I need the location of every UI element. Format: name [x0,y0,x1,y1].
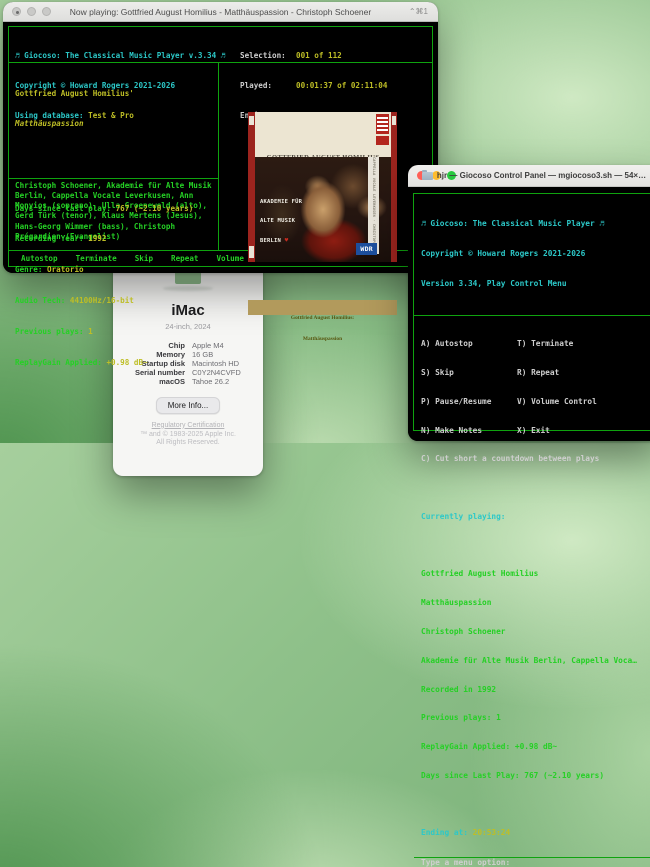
now-playing-block: Gottfried August Homilius' Matthäuspassi… [9,63,218,179]
currently-playing-label: Currently playing: [421,512,647,522]
stat-previous-plays: Previous plays: 1 [15,327,212,337]
stat-audio-tech: Audio Tech: 44100Hz/16-bit [15,296,212,306]
player-terminal-window: Now playing: Gottfried August Homilius -… [3,2,438,273]
work-title-line: Matthäuspassion [15,119,212,129]
album-caption: Gottfried August Homilius: Matthäuspassi… [248,300,397,315]
menu-option-row: N) Make NotesX) Exit [421,426,647,436]
menu-item-volume[interactable]: Volume [216,254,243,263]
menu-option-row: S) SkipR) Repeat [421,368,647,378]
player-frame: ♬ Giocoso: The Classical Music Player v.… [8,26,433,267]
album-title-band: GOTTFRIED AUGUST HOMILIUS MATTHÄUSPASSIO… [255,112,391,157]
menu-item-terminate[interactable]: Terminate [76,254,117,263]
akademie-label: AKADEMIE FÜR ALTE MUSIK BERLIN ♥ [260,186,323,258]
window-shortcut-badge: ⌃⌘1 [409,7,428,16]
player-app-info: ♬ Giocoso: The Classical Music Player v.… [9,31,240,62]
desktop: { "player": { "titlebar": { "title": "No… [0,0,650,443]
np-days-since: Days since Last Play: 767 (~2.10 years) [421,771,647,781]
player-titlebar[interactable]: Now playing: Gottfried August Homilius -… [3,2,438,22]
np-work: Matthäuspassion [421,598,647,608]
edel-classics-logo [376,136,389,145]
stat-replaygain: ReplayGain Applied: +0.98 dB~ [15,358,212,368]
menu-prompt[interactable]: Type a menu option: [414,857,650,867]
now-playing-column: Gottfried August Homilius' Matthäuspassi… [9,63,219,250]
control-terminal-content: ♬ Giocoso: The Classical Music Player ♬ … [408,187,650,441]
album-cover-image: GOTTFRIED AUGUST HOMILIUS MATTHÄUSPASSIO… [248,112,397,262]
control-header: ♬ Giocoso: The Classical Music Player ♬ … [414,194,650,316]
control-frame: ♬ Giocoso: The Classical Music Player ♬ … [413,193,650,431]
selection-line: Selection:001 of 112 [240,51,432,61]
menu-item-autostop[interactable]: Autostop [21,254,58,263]
np-composer: Gottfried August Homilius [421,569,647,579]
heart-icon: ♥ [285,238,289,245]
menu-option-row: A) AutostopT) Terminate [421,339,647,349]
np-conductor: Christoph Schoener [421,627,647,637]
regulatory-certification-link[interactable]: Regulatory Certification [113,422,263,429]
folder-icon [422,172,433,180]
apple-copyright: ™ and © 1983-2025 Apple Inc. All Rights … [113,431,263,448]
control-titlebar[interactable]: hjr — Giocoso Control Panel — mgiocoso3.… [408,165,650,187]
control-window-title: hjr — Giocoso Control Panel — mgiocoso3.… [408,171,650,180]
more-info-button[interactable]: More Info... [156,397,220,414]
stat-genre: Genre: Oratorio [15,265,212,275]
menu-item-skip[interactable]: Skip [135,254,153,263]
stat-days-since: Days since last play: 767 (~2.10 years) [15,204,212,214]
player-window-title: Now playing: Gottfried August Homilius -… [3,7,438,17]
stats-block: Days since last play: 767 (~2.10 years) … [9,179,218,393]
control-ending-line: Ending at: 20:53:24 [421,828,647,838]
berlin-classics-logo [376,114,389,134]
np-replaygain: ReplayGain Applied: +0.98 dB~ [421,742,647,752]
album-side-credits: CAPPELLA VOCALE LEVERKUSEN · CHRISTOPH P… [368,157,379,254]
album-art-column: GOTTFRIED AUGUST HOMILIUS MATTHÄUSPASSIO… [219,63,432,250]
menu-option-row: C) Cut short a countdown between plays [421,454,647,464]
wdr-logo: WDR [356,243,377,255]
player-status: Selection:001 of 112 Played:00:01:37 of … [240,31,432,62]
album-spine-left [248,112,255,262]
album-art: GOTTFRIED AUGUST HOMILIUS MATTHÄUSPASSIO… [248,74,397,239]
control-main: A) AutostopT) Terminate S) SkipR) Repeat… [414,316,650,857]
menu-item-repeat[interactable]: Repeat [171,254,198,263]
player-main: Gottfried August Homilius' Matthäuspassi… [9,63,432,250]
composer-line: Gottfried August Homilius' [15,89,212,99]
stat-recording-year: Recording Year: 1992 [15,234,212,244]
np-ensemble: Akademie für Alte Musik Berlin, Cappella… [421,656,647,666]
control-panel-window: hjr — Giocoso Control Panel — mgiocoso3.… [408,165,650,441]
album-painting: CAPPELLA VOCALE LEVERKUSEN · CHRISTOPH P… [255,157,391,262]
np-previous-plays: Previous plays: 1 [421,713,647,723]
np-recorded: Recorded in 1992 [421,685,647,695]
menu-option-row: P) Pause/ResumeV) Volume Control [421,397,647,407]
player-header: ♬ Giocoso: The Classical Music Player v.… [9,27,432,63]
app-title: ♬ Giocoso: The Classical Music Player v.… [15,51,240,61]
player-terminal-content: ♬ Giocoso: The Classical Music Player v.… [3,22,438,273]
